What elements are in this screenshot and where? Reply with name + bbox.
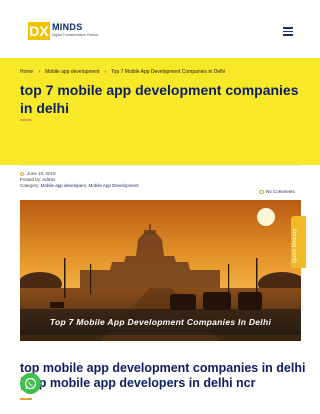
featured-image: Top 7 Mobile App Development Companies I… [20, 200, 301, 341]
site-logo[interactable]: DX MINDS Digital Transformation Partner [28, 22, 108, 42]
featured-image-caption: Top 7 Mobile App Development Companies I… [49, 317, 272, 327]
section-heading: top mobile app development companies in … [20, 361, 306, 390]
post-meta: June 10, 2019 Posted by: Admin Category:… [20, 171, 139, 189]
logo-tagline: Digital Transformation Partner [52, 33, 99, 37]
posted-by-label: Posted by: [20, 177, 42, 182]
comments-link[interactable]: No Comments [259, 189, 295, 194]
logo-name: MINDS [52, 22, 83, 32]
whatsapp-icon [24, 377, 37, 390]
breadcrumb-current: Top 7 Mobile App Development Companies i… [111, 69, 226, 75]
quick-enquiry-tab[interactable]: Quick Enquiry [291, 216, 306, 268]
hamburger-menu-icon[interactable] [283, 27, 293, 36]
comment-icon [259, 189, 264, 194]
divider [20, 165, 300, 166]
chevron-right-icon: › [104, 69, 107, 75]
page-title: top 7 mobile app development companies i… [20, 82, 299, 116]
post-date: June 10, 2019 [27, 171, 56, 176]
site-header: DX MINDS Digital Transformation Partner [0, 0, 320, 58]
title-underline [20, 119, 32, 121]
breadcrumb-home[interactable]: Home [20, 69, 33, 75]
category-links[interactable]: Mobile app developers, Mobile App Develo… [41, 183, 139, 188]
comments-count: No Comments [266, 189, 295, 194]
author-link[interactable]: Admin [42, 177, 55, 182]
heading-underline [20, 398, 32, 400]
category-label: Category: [20, 183, 40, 188]
breadcrumb-category[interactable]: Mobile app development [45, 69, 99, 75]
breadcrumb: Home › Mobile app development › Top 7 Mobile… [20, 69, 225, 75]
quick-enquiry-label: Quick Enquiry [292, 228, 298, 263]
chevron-right-icon: › [38, 69, 41, 75]
logo-mark: DX [28, 22, 50, 40]
whatsapp-button[interactable] [20, 373, 41, 394]
page-hero: Home › Mobile app development › Top 7 Mobile… [0, 58, 320, 165]
clock-icon [20, 171, 24, 176]
